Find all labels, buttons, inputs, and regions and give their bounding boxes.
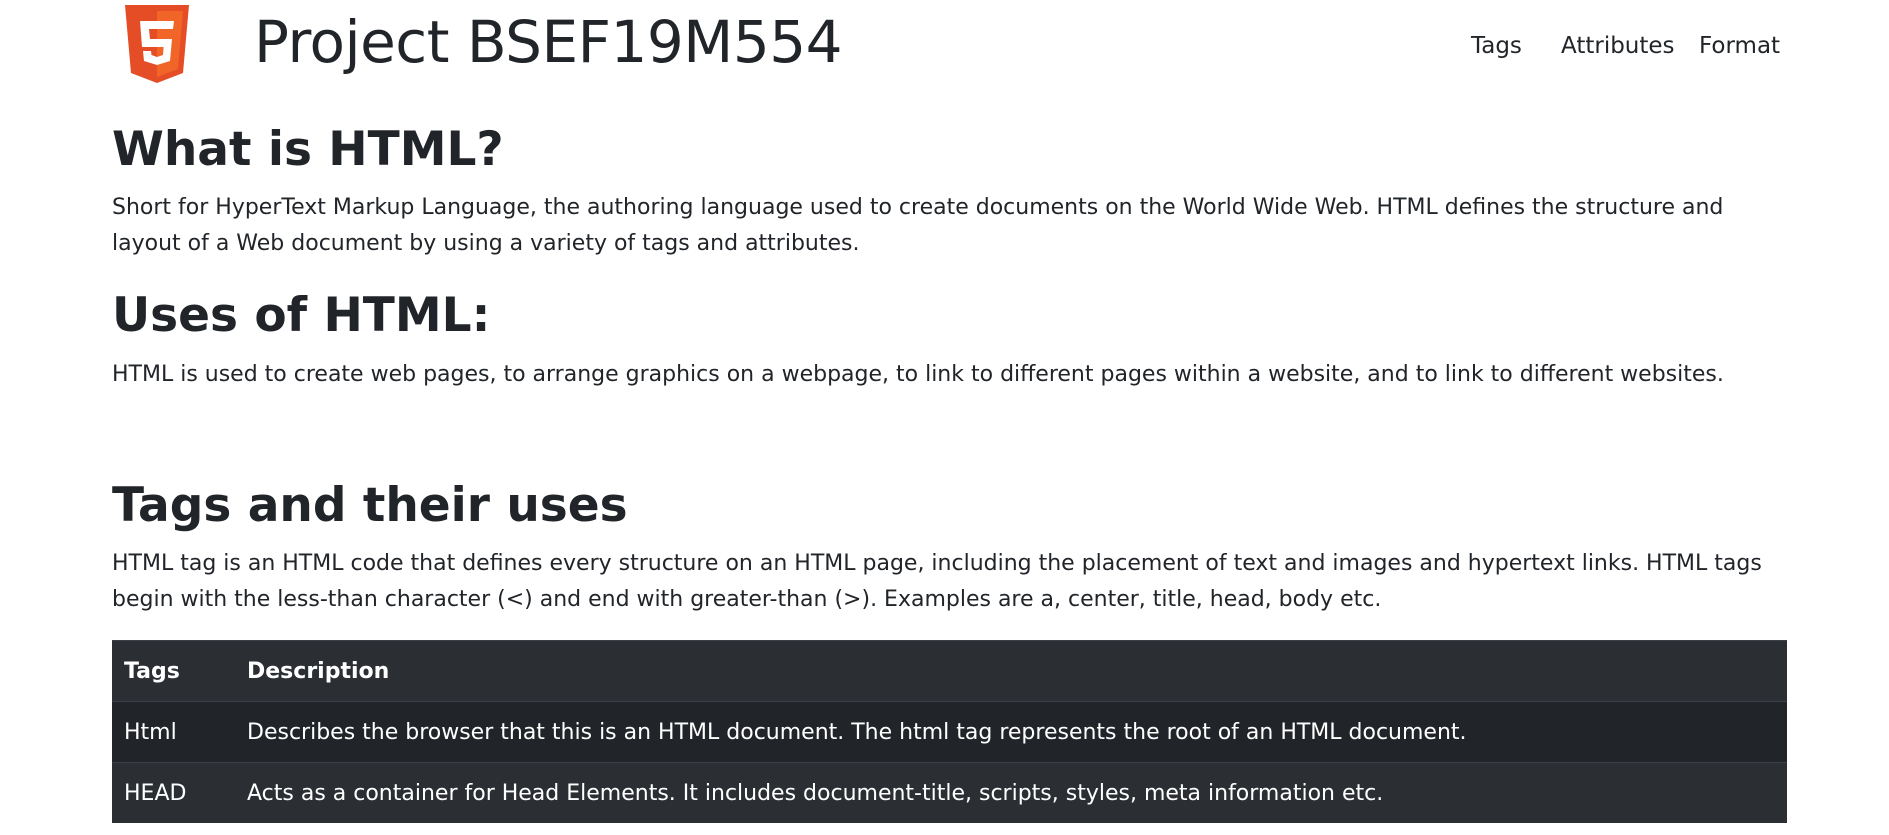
table-header-tags: Tags [112, 640, 235, 702]
section-text-what-is-html: Short for HyperText Markup Language, the… [112, 195, 1724, 256]
table-row: HEAD Acts as a container for Head Elemen… [112, 762, 1787, 823]
nav-link-attributes[interactable]: Attributes [1561, 30, 1675, 62]
section-text-uses-of-html: HTML is used to create web pages, to arr… [112, 362, 1724, 387]
main-nav: Tags Attributes Format [1420, 30, 1780, 66]
section-text-tags: HTML tag is an HTML code that defines ev… [112, 551, 1762, 612]
table-cell-description: Describes the browser that this is an HT… [235, 701, 1787, 763]
table-row: Html Describes the browser that this is … [112, 701, 1787, 763]
table-header-description: Description [235, 640, 1787, 702]
table-cell-tag: HEAD [112, 762, 235, 823]
site-title[interactable]: Project BSEF19M554 [254, 4, 843, 80]
html5-logo-icon[interactable] [122, 5, 192, 83]
tags-table: Tags Description Html Describes the brow… [112, 640, 1787, 823]
table-cell-tag: Html [112, 701, 235, 763]
table-header-row: Tags Description [112, 640, 1787, 702]
section-heading-tags: Tags and their uses [112, 478, 628, 533]
nav-link-format[interactable]: Format [1699, 30, 1780, 62]
site-header: Project BSEF19M554 Tags Attributes Forma… [0, 0, 1889, 100]
section-heading-uses-of-html: Uses of HTML: [112, 288, 491, 343]
section-heading-what-is-html: What is HTML? [112, 122, 504, 177]
nav-link-tags[interactable]: Tags [1471, 30, 1522, 62]
table-cell-description: Acts as a container for Head Elements. I… [235, 762, 1787, 823]
